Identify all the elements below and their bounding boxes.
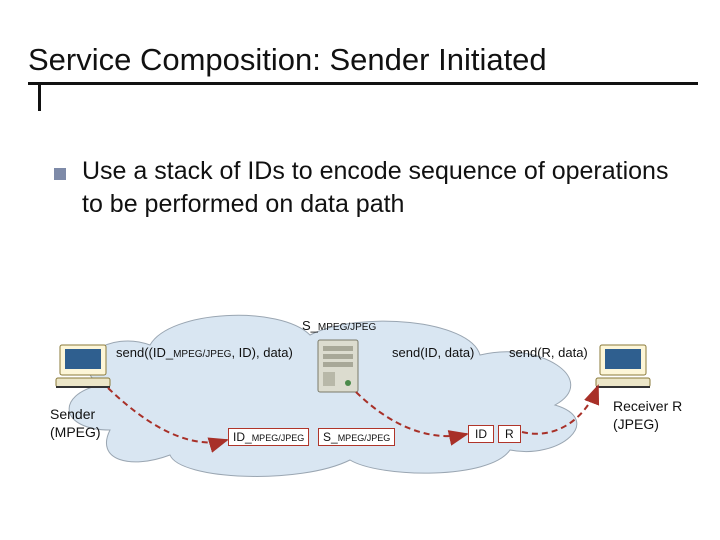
sender-label-line2: (MPEG) [50, 424, 101, 440]
call1-post: , ID), data) [231, 345, 292, 360]
packet2-pre: S_ [323, 430, 338, 444]
service-node-label: S_MPEG/JPEG [302, 318, 376, 333]
sender-label-line1: Sender [50, 406, 95, 422]
service-server-icon [318, 340, 358, 392]
sender-computer-icon [56, 345, 110, 387]
packet-s-mpegjpeg: S_MPEG/JPEG [318, 428, 395, 446]
packet-r: R [498, 425, 521, 443]
service-node-sub: MPEG/JPEG [318, 322, 376, 333]
diagram-canvas [0, 0, 720, 540]
sender-label: Sender (MPEG) [50, 406, 101, 441]
receiver-label: Receiver R (JPEG) [613, 398, 682, 433]
packet1-sub: MPEG/JPEG [252, 433, 305, 443]
receiver-label-line1: Receiver R [613, 398, 682, 414]
slide: Service Composition: Sender Initiated Us… [0, 0, 720, 540]
network-cloud-icon [69, 315, 577, 476]
service-node-pre: S_ [302, 318, 318, 333]
call1-sub: MPEG/JPEG [173, 349, 231, 360]
receiver-label-line2: (JPEG) [613, 416, 659, 432]
send-call-1: send((ID_MPEG/JPEG, ID), data) [116, 345, 293, 360]
packet1-pre: ID_ [233, 430, 252, 444]
packet-id-mpegjpeg: ID_MPEG/JPEG [228, 428, 309, 446]
send-call-2: send(ID, data) [392, 345, 474, 360]
packet-id: ID [468, 425, 494, 443]
call1-pre: send((ID_ [116, 345, 173, 360]
send-call-3: send(R, data) [509, 345, 588, 360]
packet2-sub: MPEG/JPEG [338, 433, 391, 443]
receiver-computer-icon [596, 345, 650, 387]
